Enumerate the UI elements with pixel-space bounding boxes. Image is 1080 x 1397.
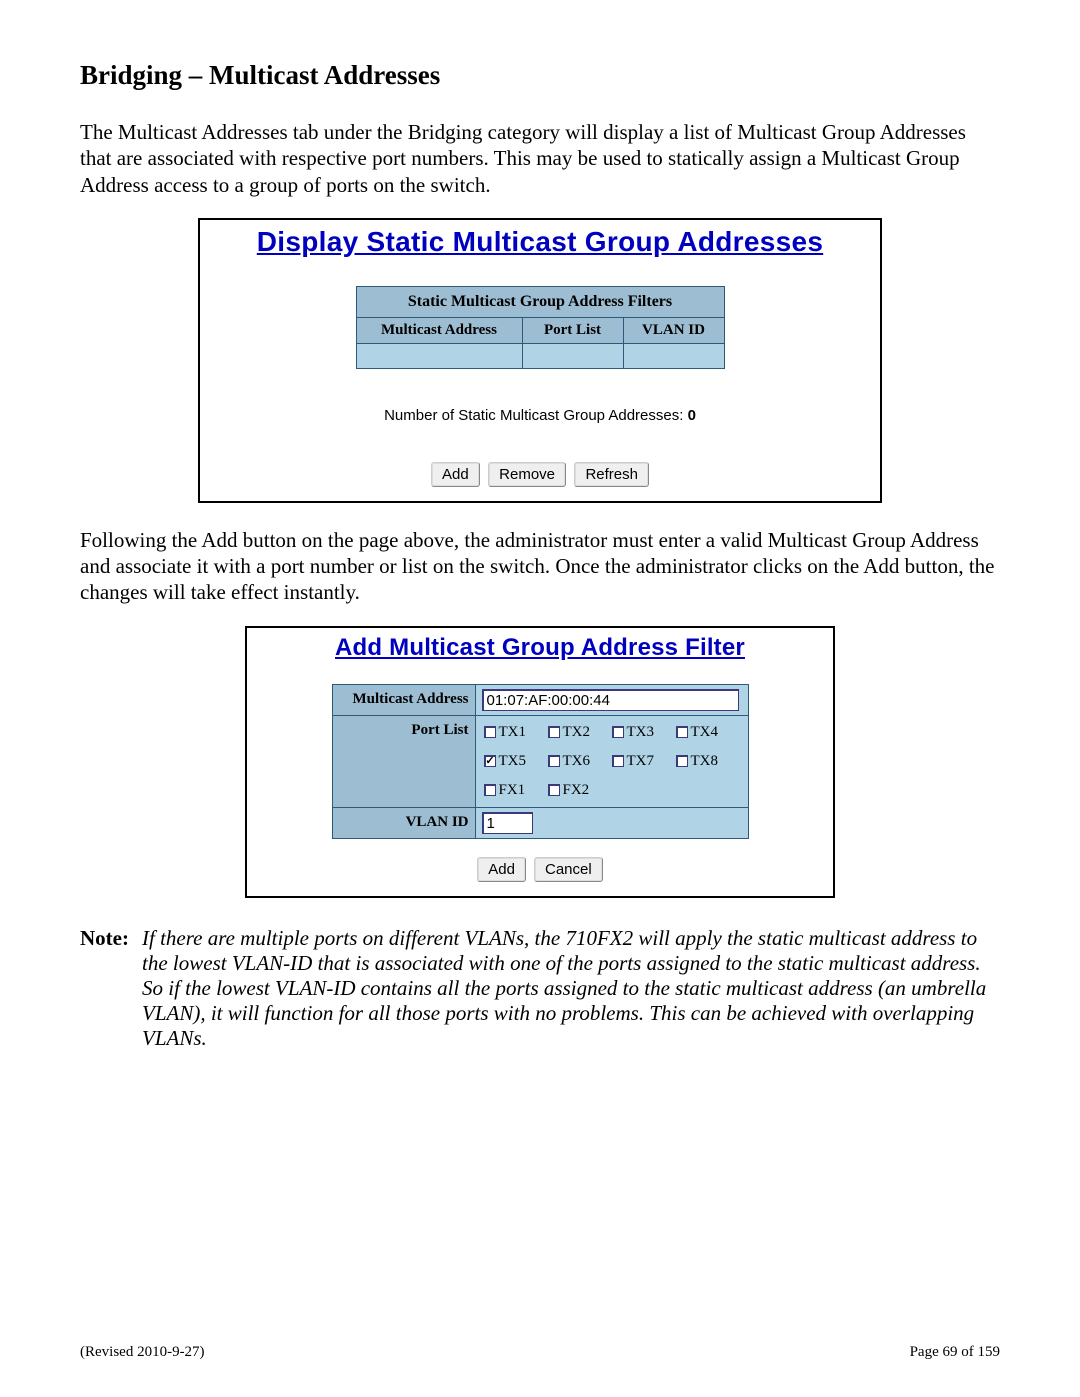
add-filter-form: Multicast Address Port List TX1 TX2 TX3 TX4… bbox=[332, 684, 749, 839]
port-label: TX1 bbox=[499, 724, 527, 741]
note-label: Note: bbox=[80, 926, 142, 1051]
col-vlan-id: VLAN ID bbox=[623, 317, 724, 343]
vlan-id-input[interactable] bbox=[482, 812, 533, 834]
add-button[interactable]: Add bbox=[431, 462, 480, 487]
checkbox-icon[interactable] bbox=[484, 784, 496, 796]
empty-cell bbox=[623, 343, 724, 368]
add-filter-panel: Add Multicast Group Address Filter Multi… bbox=[245, 626, 835, 898]
port-label: TX4 bbox=[691, 724, 719, 741]
port-label: TX6 bbox=[563, 753, 591, 770]
port-grid: TX1 TX2 TX3 TX4 TX5 TX6 TX7 TX8 FX1 FX2 bbox=[482, 720, 742, 803]
checkbox-icon[interactable] bbox=[676, 755, 688, 767]
label-multicast-address: Multicast Address bbox=[332, 684, 475, 715]
checkbox-icon[interactable] bbox=[548, 784, 560, 796]
checkbox-icon[interactable] bbox=[548, 755, 560, 767]
port-label: FX1 bbox=[499, 782, 526, 799]
port-label: TX7 bbox=[627, 753, 655, 770]
port-tx3[interactable]: TX3 bbox=[612, 724, 672, 741]
multicast-address-input[interactable] bbox=[482, 689, 739, 711]
port-label: FX2 bbox=[563, 782, 590, 799]
count-value: 0 bbox=[688, 407, 696, 424]
page-number: Page 69 of 159 bbox=[910, 1344, 1000, 1361]
port-tx4[interactable]: TX4 bbox=[676, 724, 736, 741]
note-text: If there are multiple ports on different… bbox=[142, 926, 1000, 1051]
revised-date: (Revised 2010-9-27) bbox=[80, 1344, 205, 1361]
checkbox-icon[interactable] bbox=[676, 726, 688, 738]
label-port-list: Port List bbox=[332, 715, 475, 807]
checkbox-icon[interactable] bbox=[548, 726, 560, 738]
col-port-list: Port List bbox=[522, 317, 623, 343]
label-vlan-id: VLAN ID bbox=[332, 807, 475, 838]
cancel-button[interactable]: Cancel bbox=[534, 857, 603, 882]
empty-cell bbox=[356, 343, 522, 368]
port-label: TX8 bbox=[691, 753, 719, 770]
remove-button[interactable]: Remove bbox=[488, 462, 566, 487]
port-tx2[interactable]: TX2 bbox=[548, 724, 608, 741]
checkbox-icon[interactable] bbox=[484, 755, 496, 767]
panel2-title: Add Multicast Group Address Filter bbox=[255, 634, 825, 662]
checkbox-icon[interactable] bbox=[612, 755, 624, 767]
display-multicast-panel: Display Static Multicast Group Addresses… bbox=[198, 218, 882, 503]
port-label: TX5 bbox=[499, 753, 527, 770]
filters-table-header: Static Multicast Group Address Filters bbox=[356, 286, 724, 317]
filters-table: Static Multicast Group Address Filters M… bbox=[356, 286, 725, 369]
port-tx5[interactable]: TX5 bbox=[484, 753, 544, 770]
port-label: TX3 bbox=[627, 724, 655, 741]
add-filter-button[interactable]: Add bbox=[477, 857, 526, 882]
intro-paragraph-1: The Multicast Addresses tab under the Br… bbox=[80, 119, 1000, 198]
address-count-line: Number of Static Multicast Group Address… bbox=[208, 407, 872, 424]
port-tx8[interactable]: TX8 bbox=[676, 753, 736, 770]
panel1-title: Display Static Multicast Group Addresses bbox=[208, 226, 872, 258]
port-tx7[interactable]: TX7 bbox=[612, 753, 672, 770]
checkbox-icon[interactable] bbox=[484, 726, 496, 738]
col-multicast-address: Multicast Address bbox=[356, 317, 522, 343]
port-fx2[interactable]: FX2 bbox=[548, 782, 608, 799]
section-heading: Bridging – Multicast Addresses bbox=[80, 60, 1000, 91]
note-block: Note: If there are multiple ports on dif… bbox=[80, 926, 1000, 1051]
page-footer: (Revised 2010-9-27) Page 69 of 159 bbox=[80, 1344, 1000, 1361]
port-tx1[interactable]: TX1 bbox=[484, 724, 544, 741]
port-tx6[interactable]: TX6 bbox=[548, 753, 608, 770]
count-prefix: Number of Static Multicast Group Address… bbox=[384, 407, 687, 424]
checkbox-icon[interactable] bbox=[612, 726, 624, 738]
refresh-button[interactable]: Refresh bbox=[574, 462, 649, 487]
port-label: TX2 bbox=[563, 724, 591, 741]
intro-paragraph-2: Following the Add button on the page abo… bbox=[80, 527, 1000, 606]
port-fx1[interactable]: FX1 bbox=[484, 782, 544, 799]
empty-cell bbox=[522, 343, 623, 368]
